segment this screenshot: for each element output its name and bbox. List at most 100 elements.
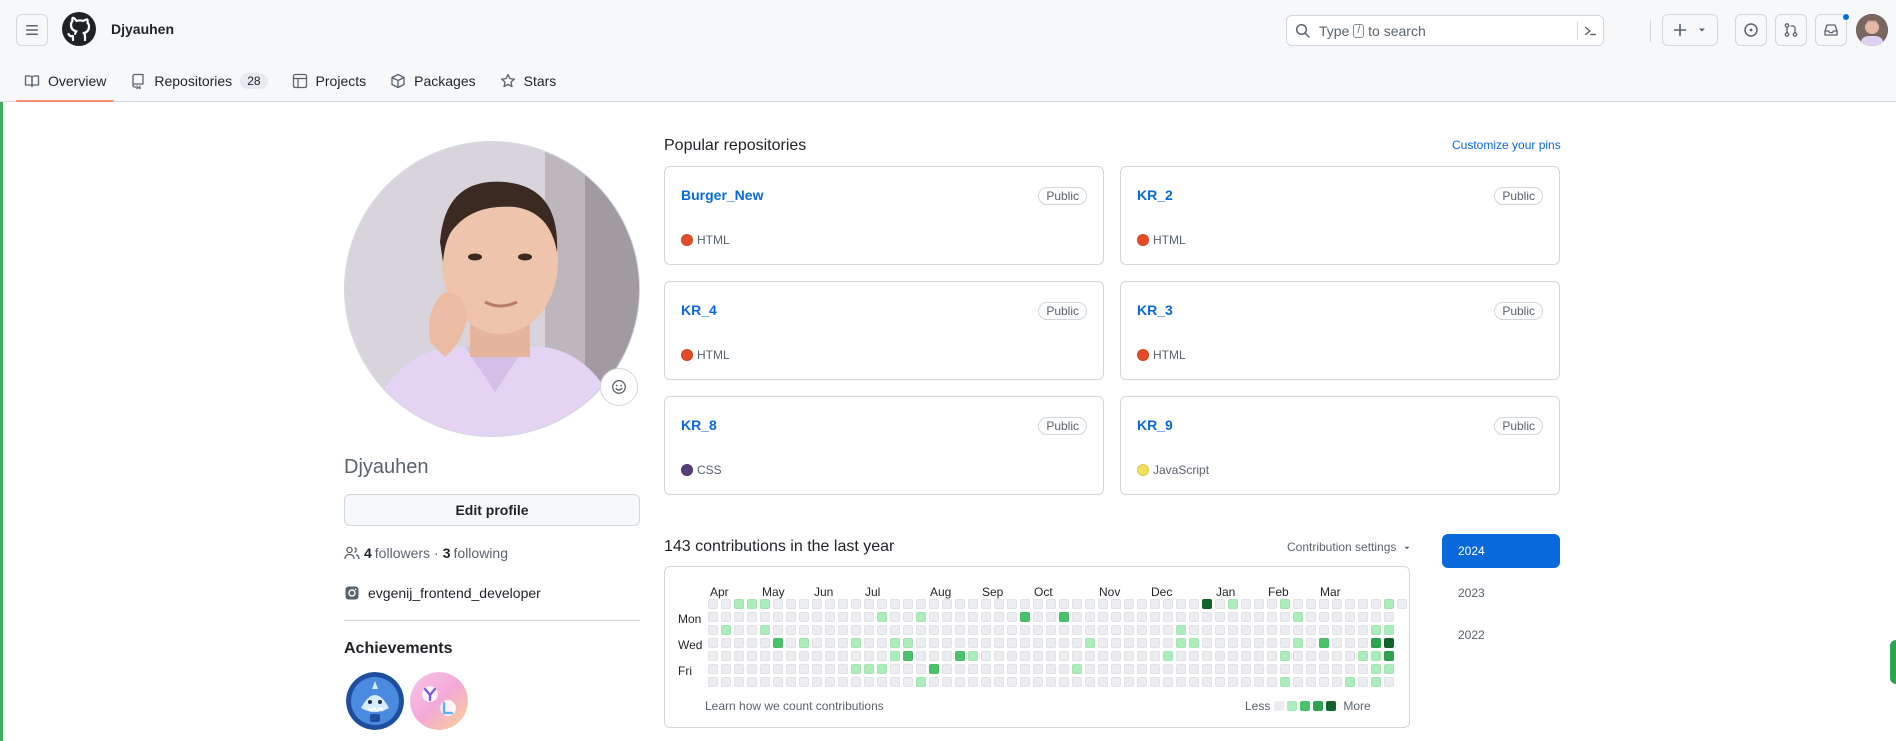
contribution-day-cell[interactable] — [1319, 625, 1329, 635]
contribution-day-cell[interactable] — [1176, 651, 1186, 661]
contribution-day-cell[interactable] — [890, 625, 900, 635]
contribution-day-cell[interactable] — [1020, 612, 1030, 622]
contribution-day-cell[interactable] — [825, 625, 835, 635]
contribution-day-cell[interactable] — [760, 651, 770, 661]
contribution-day-cell[interactable] — [1033, 651, 1043, 661]
contribution-day-cell[interactable] — [734, 599, 744, 609]
contribution-day-cell[interactable] — [1072, 651, 1082, 661]
contribution-day-cell[interactable] — [1371, 599, 1381, 609]
contribution-day-cell[interactable] — [1293, 677, 1303, 687]
contribution-day-cell[interactable] — [1033, 677, 1043, 687]
contribution-day-cell[interactable] — [1293, 664, 1303, 674]
contribution-day-cell[interactable] — [968, 625, 978, 635]
contribution-day-cell[interactable] — [799, 612, 809, 622]
contribution-day-cell[interactable] — [721, 651, 731, 661]
contribution-day-cell[interactable] — [890, 599, 900, 609]
contribution-day-cell[interactable] — [1137, 651, 1147, 661]
contribution-day-cell[interactable] — [1163, 638, 1173, 648]
shark-achievement-badge[interactable] — [346, 672, 404, 730]
contribution-day-cell[interactable] — [812, 651, 822, 661]
contribution-day-cell[interactable] — [734, 638, 744, 648]
contribution-day-cell[interactable] — [773, 677, 783, 687]
contribution-day-cell[interactable] — [1293, 612, 1303, 622]
contribution-day-cell[interactable] — [1293, 638, 1303, 648]
contribution-day-cell[interactable] — [1072, 677, 1082, 687]
contribution-day-cell[interactable] — [838, 625, 848, 635]
contribution-day-cell[interactable] — [838, 651, 848, 661]
contribution-day-cell[interactable] — [838, 612, 848, 622]
contribution-day-cell[interactable] — [1150, 612, 1160, 622]
contribution-day-cell[interactable] — [812, 677, 822, 687]
contribution-day-cell[interactable] — [916, 664, 926, 674]
contribution-day-cell[interactable] — [1384, 664, 1394, 674]
contribution-day-cell[interactable] — [1280, 638, 1290, 648]
contribution-day-cell[interactable] — [1254, 638, 1264, 648]
contribution-day-cell[interactable] — [1384, 612, 1394, 622]
year-2023[interactable]: 2023 — [1442, 576, 1560, 610]
contribution-day-cell[interactable] — [981, 625, 991, 635]
contribution-day-cell[interactable] — [1280, 664, 1290, 674]
contribution-day-cell[interactable] — [1202, 599, 1212, 609]
contribution-day-cell[interactable] — [916, 612, 926, 622]
contribution-day-cell[interactable] — [1306, 638, 1316, 648]
contribution-day-cell[interactable] — [812, 638, 822, 648]
contribution-day-cell[interactable] — [903, 651, 913, 661]
contribution-day-cell[interactable] — [851, 625, 861, 635]
contribution-day-cell[interactable] — [1163, 625, 1173, 635]
contribution-day-cell[interactable] — [1059, 612, 1069, 622]
contribution-day-cell[interactable] — [955, 599, 965, 609]
contribution-day-cell[interactable] — [786, 612, 796, 622]
contribution-day-cell[interactable] — [1241, 664, 1251, 674]
contribution-day-cell[interactable] — [1085, 677, 1095, 687]
contribution-day-cell[interactable] — [1228, 612, 1238, 622]
contribution-day-cell[interactable] — [1098, 651, 1108, 661]
contribution-day-cell[interactable] — [721, 625, 731, 635]
contribution-day-cell[interactable] — [1124, 625, 1134, 635]
contribution-day-cell[interactable] — [1176, 664, 1186, 674]
contribution-day-cell[interactable] — [929, 677, 939, 687]
contribution-day-cell[interactable] — [1046, 677, 1056, 687]
customize-pins-link[interactable]: Customize your pins — [1452, 138, 1561, 152]
contribution-day-cell[interactable] — [1332, 651, 1342, 661]
contribution-day-cell[interactable] — [1046, 651, 1056, 661]
contribution-day-cell[interactable] — [825, 612, 835, 622]
contribution-day-cell[interactable] — [1111, 638, 1121, 648]
contribution-day-cell[interactable] — [1072, 612, 1082, 622]
contribution-day-cell[interactable] — [838, 664, 848, 674]
contribution-day-cell[interactable] — [1332, 677, 1342, 687]
contribution-day-cell[interactable] — [1072, 664, 1082, 674]
contribution-day-cell[interactable] — [1306, 677, 1316, 687]
contribution-day-cell[interactable] — [942, 625, 952, 635]
contribution-day-cell[interactable] — [864, 651, 874, 661]
contribution-day-cell[interactable] — [1085, 625, 1095, 635]
contribution-day-cell[interactable] — [955, 651, 965, 661]
contribution-day-cell[interactable] — [994, 677, 1004, 687]
contribution-day-cell[interactable] — [1358, 612, 1368, 622]
contribution-day-cell[interactable] — [1267, 599, 1277, 609]
contribution-day-cell[interactable] — [1007, 612, 1017, 622]
contribution-day-cell[interactable] — [994, 651, 1004, 661]
contribution-day-cell[interactable] — [1150, 664, 1160, 674]
contribution-day-cell[interactable] — [747, 677, 757, 687]
contribution-day-cell[interactable] — [1202, 612, 1212, 622]
contribution-day-cell[interactable] — [760, 599, 770, 609]
contribution-day-cell[interactable] — [1332, 599, 1342, 609]
tab-overview[interactable]: Overview — [16, 60, 115, 102]
contribution-day-cell[interactable] — [1059, 664, 1069, 674]
contribution-day-cell[interactable] — [851, 677, 861, 687]
contribution-day-cell[interactable] — [1215, 677, 1225, 687]
contribution-day-cell[interactable] — [1384, 638, 1394, 648]
contribution-day-cell[interactable] — [1150, 599, 1160, 609]
contribution-day-cell[interactable] — [1241, 638, 1251, 648]
contribution-day-cell[interactable] — [825, 651, 835, 661]
contribution-day-cell[interactable] — [994, 664, 1004, 674]
contribution-day-cell[interactable] — [955, 677, 965, 687]
contribution-day-cell[interactable] — [1345, 677, 1355, 687]
contribution-day-cell[interactable] — [1124, 638, 1134, 648]
contribution-day-cell[interactable] — [851, 638, 861, 648]
contribution-day-cell[interactable] — [1059, 677, 1069, 687]
contribution-day-cell[interactable] — [1371, 664, 1381, 674]
contribution-day-cell[interactable] — [1124, 612, 1134, 622]
contribution-day-cell[interactable] — [1085, 651, 1095, 661]
contribution-day-cell[interactable] — [1072, 625, 1082, 635]
